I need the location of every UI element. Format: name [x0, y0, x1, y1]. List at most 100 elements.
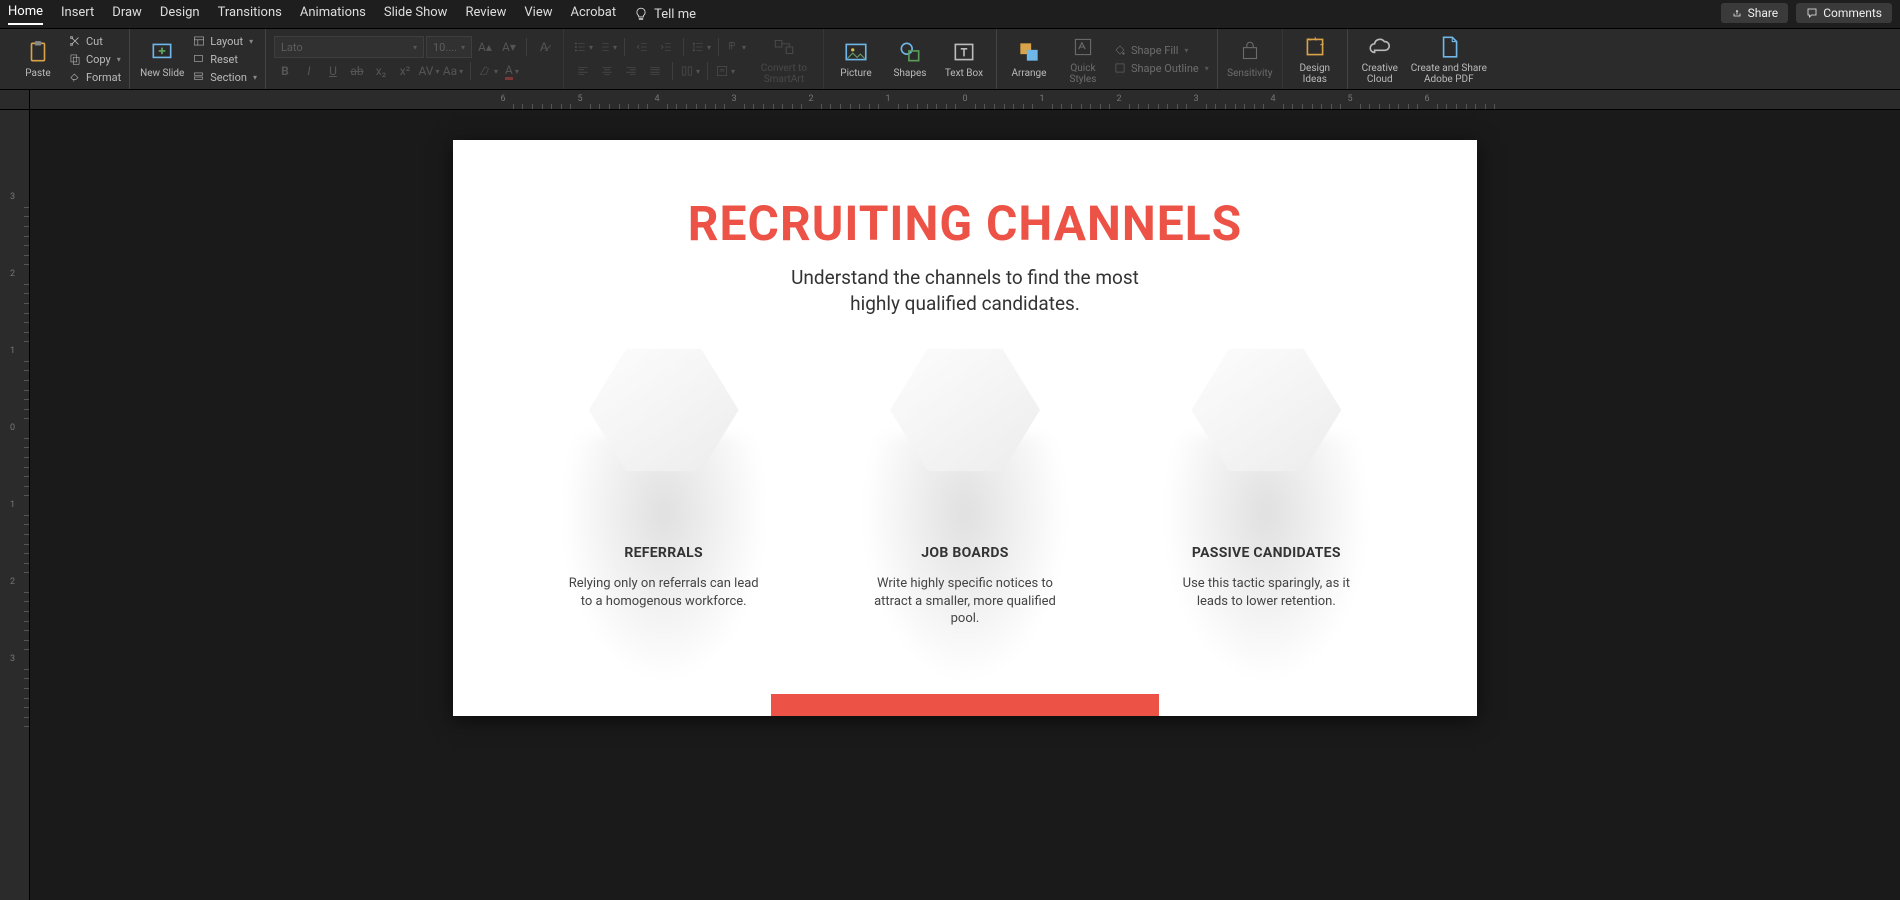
picture-icon — [843, 39, 869, 65]
shape-outline-label: Shape Outline — [1131, 62, 1199, 75]
italic-button[interactable]: I — [298, 60, 320, 82]
font-name-select[interactable]: Lato▾ — [274, 36, 424, 58]
indent-decrease-button[interactable] — [631, 36, 653, 58]
clear-format-button[interactable]: A̷ — [533, 36, 555, 58]
tab-acrobat[interactable]: Acrobat — [571, 5, 617, 24]
format-painter-button[interactable]: Format — [68, 70, 121, 84]
creative-cloud-button[interactable]: Creative Cloud — [1356, 30, 1404, 88]
numbering-icon — [597, 40, 611, 54]
tab-insert[interactable]: Insert — [61, 5, 94, 24]
superscript-button[interactable]: x² — [394, 60, 416, 82]
smartart-label: Convert to SmartArt — [753, 63, 815, 85]
hex-col-3[interactable]: PASSIVE CANDIDATES Use this tactic spari… — [1136, 345, 1396, 628]
text-direction-button[interactable]: ▾ — [725, 36, 747, 58]
tell-me-search[interactable]: Tell me — [634, 7, 696, 22]
tab-review[interactable]: Review — [465, 5, 506, 24]
columns-button[interactable]: ▾ — [679, 60, 701, 82]
char-spacing-button[interactable]: AV▾ — [418, 60, 440, 82]
align-text-button[interactable]: ▾ — [714, 60, 736, 82]
slide-subtitle[interactable]: Understand the channels to find the most… — [453, 265, 1477, 316]
tab-home[interactable]: Home — [8, 4, 43, 25]
underline-button[interactable]: U — [322, 60, 344, 82]
cut-label: Cut — [86, 35, 103, 48]
layout-button[interactable]: Layout▾ — [192, 34, 257, 48]
group-sensitivity: Sensitivity — [1218, 29, 1283, 89]
hex-col-1[interactable]: REFERRALS Relying only on referrals can … — [534, 345, 794, 628]
subtitle-line1: Understand the channels to find the most — [791, 266, 1139, 289]
clipboard-icon — [25, 39, 51, 65]
sensitivity-button[interactable]: Sensitivity — [1226, 30, 1274, 88]
reset-button[interactable]: Reset — [192, 52, 257, 66]
numbering-button[interactable]: ▾ — [596, 36, 618, 58]
comment-icon — [1806, 7, 1818, 19]
ruler-corner — [0, 90, 30, 110]
shape-outline-button[interactable]: Shape Outline▾ — [1113, 61, 1209, 75]
indent-increase-button[interactable] — [655, 36, 677, 58]
bold-button[interactable]: B — [274, 60, 296, 82]
align-right-button[interactable] — [620, 60, 642, 82]
superscript-icon: x² — [400, 64, 410, 78]
highlight-button[interactable]: ▾ — [477, 60, 499, 82]
strike-icon: ab — [350, 64, 363, 78]
subtitle-line2: highly qualified candidates. — [850, 292, 1080, 315]
arrange-button[interactable]: Arrange — [1005, 30, 1053, 88]
line-spacing-button[interactable]: ▾ — [690, 36, 712, 58]
slide-title[interactable]: RECRUITING CHANNELS — [453, 195, 1477, 252]
comments-button[interactable]: Comments — [1796, 3, 1892, 23]
tab-design[interactable]: Design — [160, 5, 200, 24]
tab-slideshow[interactable]: Slide Show — [384, 5, 448, 24]
bullets-icon — [573, 40, 587, 54]
align-text-icon — [715, 64, 729, 78]
layout-label: Layout — [210, 35, 243, 48]
textbox-button[interactable]: Text Box — [940, 30, 988, 88]
bullets-button[interactable]: ▾ — [572, 36, 594, 58]
quick-styles-button[interactable]: Quick Styles — [1059, 30, 1107, 88]
decrease-font-icon: A▾ — [502, 40, 516, 54]
new-slide-button[interactable]: New Slide — [138, 30, 186, 88]
copy-button[interactable]: Copy▾ — [68, 52, 121, 66]
hex-shadow — [1156, 435, 1376, 695]
paste-label: Paste — [25, 68, 50, 79]
smartart-icon — [771, 34, 797, 60]
cut-button[interactable]: Cut — [68, 34, 121, 48]
convert-smartart-button[interactable]: Convert to SmartArt — [753, 30, 815, 88]
subscript-button[interactable]: x₂ — [370, 60, 392, 82]
shape-fill-button[interactable]: Shape Fill▾ — [1113, 43, 1209, 57]
group-clipboard: Paste Cut Copy▾ Format — [6, 29, 130, 89]
strikethrough-button[interactable]: ab — [346, 60, 368, 82]
increase-font-button[interactable]: A▴ — [474, 36, 496, 58]
paste-button[interactable]: Paste — [14, 30, 62, 88]
tab-animations[interactable]: Animations — [300, 5, 366, 24]
group-slides: New Slide Layout▾ Reset Section▾ — [130, 29, 266, 89]
create-pdf-button[interactable]: Create and Share Adobe PDF — [1410, 30, 1488, 88]
design-ideas-button[interactable]: Design Ideas — [1291, 30, 1339, 88]
tab-transitions[interactable]: Transitions — [218, 5, 282, 24]
share-button[interactable]: Share — [1721, 3, 1789, 23]
shapes-label: Shapes — [893, 68, 926, 79]
align-left-button[interactable] — [572, 60, 594, 82]
align-center-button[interactable] — [596, 60, 618, 82]
shape-fill-label: Shape Fill — [1131, 44, 1178, 57]
tab-view[interactable]: View — [524, 5, 552, 24]
picture-button[interactable]: Picture — [832, 30, 880, 88]
align-left-icon — [576, 64, 590, 78]
font-color-button[interactable]: A▾ — [501, 60, 523, 82]
reset-icon — [192, 52, 206, 66]
design-ideas-icon — [1302, 34, 1328, 60]
tab-draw[interactable]: Draw — [112, 5, 142, 24]
slide[interactable]: RECRUITING CHANNELS Understand the chann… — [453, 140, 1477, 716]
slide-canvas[interactable]: RECRUITING CHANNELS Understand the chann… — [30, 110, 1900, 900]
section-button[interactable]: Section▾ — [192, 70, 257, 84]
line-spacing-icon — [691, 40, 705, 54]
col1-heading: REFERRALS — [624, 545, 703, 561]
ruler-vertical: 3210123 — [0, 110, 30, 900]
section-icon — [192, 70, 206, 84]
shapes-button[interactable]: Shapes — [886, 30, 934, 88]
decrease-font-button[interactable]: A▾ — [498, 36, 520, 58]
col3-heading: PASSIVE CANDIDATES — [1192, 545, 1341, 561]
font-size-select[interactable]: 10....▾ — [426, 36, 472, 58]
hex-shadow — [855, 435, 1075, 695]
hex-col-2[interactable]: JOB BOARDS Write highly specific notices… — [835, 345, 1095, 628]
change-case-button[interactable]: Aa▾ — [442, 60, 464, 82]
justify-button[interactable] — [644, 60, 666, 82]
